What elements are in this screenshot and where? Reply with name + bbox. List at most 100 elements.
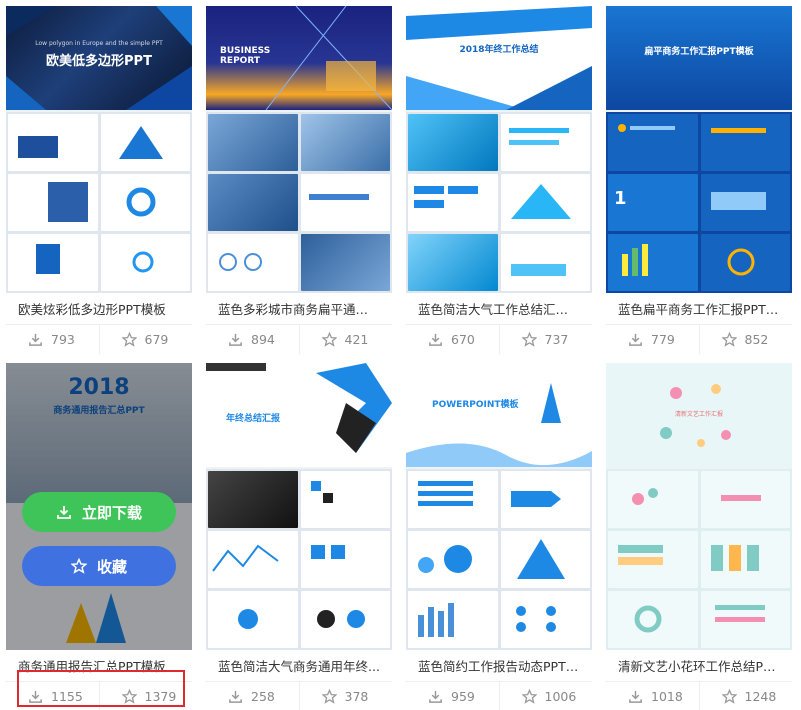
download-count[interactable]: 1018 xyxy=(606,682,699,710)
template-title[interactable]: 蓝色扁平商务工作汇报PPT模... xyxy=(606,296,792,324)
cover-image: Low polygon in Europe and the simple PPT… xyxy=(6,6,192,110)
favorite-count[interactable]: 679 xyxy=(98,325,193,354)
download-icon xyxy=(629,690,642,703)
template-thumbnail[interactable]: 年终总结汇报 xyxy=(206,363,392,650)
download-count[interactable]: 959 xyxy=(406,682,499,710)
cover-title: 年终总结汇报 xyxy=(226,414,281,424)
favorite-count[interactable]: 1248 xyxy=(698,682,793,710)
template-card[interactable]: 清新文艺工作汇报 清新文艺小花环工作总结PPT... 1018 1248 xyxy=(606,363,792,710)
template-card[interactable]: POWERPOINT模板 蓝色简约工作报告动态PPT模... 959 1006 xyxy=(406,363,592,710)
favorite-count-value: 679 xyxy=(144,332,169,347)
star-icon xyxy=(321,332,337,347)
cover-title: BUSINESS REPORT xyxy=(220,46,271,66)
template-thumbnail[interactable]: 2018 商务通用报告汇总PPT 立即下载 收藏 xyxy=(6,363,192,650)
preview-pages xyxy=(406,469,592,650)
star-icon xyxy=(121,332,137,347)
cover-image: 年终总结汇报 xyxy=(206,363,392,467)
template-card[interactable]: Low polygon in Europe and the simple PPT… xyxy=(6,6,192,356)
cover-title: 扁平商务工作汇报PPT模板 xyxy=(644,47,754,57)
favorite-count-value: 852 xyxy=(744,332,769,347)
cover-image: 2018年终工作总结 xyxy=(406,6,592,110)
template-grid: Low polygon in Europe and the simple PPT… xyxy=(0,0,801,710)
favorite-count[interactable]: 378 xyxy=(298,682,393,710)
template-thumbnail[interactable]: 扁平商务工作汇报PPT模板 1 xyxy=(606,6,792,293)
favorite-count[interactable]: 737 xyxy=(498,325,593,354)
star-icon xyxy=(721,332,737,347)
download-count-value: 959 xyxy=(451,689,475,704)
star-icon xyxy=(721,689,737,704)
template-thumbnail[interactable]: 2018年终工作总结 xyxy=(406,6,592,293)
download-count-value: 779 xyxy=(651,332,675,347)
star-icon xyxy=(521,689,537,704)
template-stats: 779 852 xyxy=(606,324,792,354)
download-count-value: 670 xyxy=(451,332,475,347)
cover-title: 2018年终工作总结 xyxy=(459,45,539,55)
cover-title: 欧美低多边形PPT xyxy=(46,54,152,69)
preview-pages xyxy=(406,112,592,293)
favorite-count[interactable]: 421 xyxy=(298,325,393,354)
template-card[interactable]: 2018 商务通用报告汇总PPT 立即下载 收藏 商务通用报告汇总PPT模板 1… xyxy=(6,363,192,710)
template-stats: 1018 1248 xyxy=(606,681,792,710)
template-title[interactable]: 蓝色简约工作报告动态PPT模... xyxy=(406,653,592,681)
template-stats: 670 737 xyxy=(406,324,592,354)
template-card[interactable]: 2018年终工作总结 蓝色简洁大气工作总结汇报P... 670 737 xyxy=(406,6,592,356)
template-title[interactable]: 蓝色多彩城市商务扁平通用P... xyxy=(206,296,392,324)
download-count[interactable]: 670 xyxy=(406,325,499,354)
favorite-count-value: 378 xyxy=(344,689,369,704)
preview-pages xyxy=(606,469,792,650)
preview-pages xyxy=(206,112,392,293)
download-button-label: 立即下载 xyxy=(81,503,142,522)
download-icon xyxy=(57,506,71,519)
cover-image: POWERPOINT模板 xyxy=(406,363,592,467)
download-icon xyxy=(29,333,42,346)
favorite-count-value: 1248 xyxy=(744,689,777,704)
template-thumbnail[interactable]: Low polygon in Europe and the simple PPT… xyxy=(6,6,192,293)
template-title[interactable]: 欧美炫彩低多边形PPT模板 xyxy=(6,296,192,324)
favorite-button[interactable]: 收藏 xyxy=(22,546,176,586)
download-count-value: 894 xyxy=(251,332,275,347)
preview-pages xyxy=(206,469,392,650)
download-count-value: 258 xyxy=(251,689,275,704)
template-card[interactable]: 年终总结汇报 蓝色简洁大气商务通用年终... 258 378 xyxy=(206,363,392,710)
cover-image: 清新文艺工作汇报 xyxy=(606,363,792,467)
download-button[interactable]: 立即下载 xyxy=(22,492,176,532)
template-card[interactable]: 扁平商务工作汇报PPT模板 1 蓝色扁平商务工作汇报PPT模... 779 85… xyxy=(606,6,792,356)
cover-image: 扁平商务工作汇报PPT模板 xyxy=(606,6,792,110)
star-icon xyxy=(521,332,537,347)
favorite-count[interactable]: 1006 xyxy=(498,682,593,710)
download-count[interactable]: 779 xyxy=(606,325,699,354)
template-thumbnail[interactable]: POWERPOINT模板 xyxy=(406,363,592,650)
favorite-button-label: 收藏 xyxy=(96,557,127,576)
template-thumbnail[interactable]: BUSINESS REPORT xyxy=(206,6,392,293)
cover-title: 清新文艺工作汇报 xyxy=(674,411,723,418)
favorite-count[interactable]: 852 xyxy=(698,325,793,354)
cover-title: POWERPOINT模板 xyxy=(432,400,519,410)
template-title[interactable]: 蓝色简洁大气商务通用年终... xyxy=(206,653,392,681)
star-icon xyxy=(70,558,87,574)
template-title[interactable]: 清新文艺小花环工作总结PPT... xyxy=(606,653,792,681)
template-title[interactable]: 蓝色简洁大气工作总结汇报P... xyxy=(406,296,592,324)
template-stats: 258 378 xyxy=(206,681,392,710)
cover-subtitle: Low polygon in Europe and the simple PPT xyxy=(35,40,163,47)
template-stats: 894 421 xyxy=(206,324,392,354)
template-thumbnail[interactable]: 清新文艺工作汇报 xyxy=(606,363,792,650)
template-stats: 959 1006 xyxy=(406,681,592,710)
template-card[interactable]: BUSINESS REPORT 蓝色多彩城市商务扁平通用P... 894 421 xyxy=(206,6,392,356)
highlight-box xyxy=(17,670,185,707)
download-icon xyxy=(229,333,242,346)
preview-pages: 1 xyxy=(606,112,792,293)
download-icon xyxy=(229,690,242,703)
cover-image: BUSINESS REPORT xyxy=(206,6,392,110)
download-count[interactable]: 894 xyxy=(206,325,299,354)
download-icon xyxy=(429,690,442,703)
download-icon xyxy=(429,333,442,346)
favorite-count-value: 1006 xyxy=(544,689,577,704)
favorite-count-value: 737 xyxy=(544,332,569,347)
template-stats: 793 679 xyxy=(6,324,192,354)
preview-pages xyxy=(6,112,192,293)
download-count[interactable]: 258 xyxy=(206,682,299,710)
download-icon xyxy=(629,333,642,346)
favorite-count-value: 421 xyxy=(344,332,369,347)
download-count[interactable]: 793 xyxy=(6,325,99,354)
download-count-value: 793 xyxy=(51,332,75,347)
